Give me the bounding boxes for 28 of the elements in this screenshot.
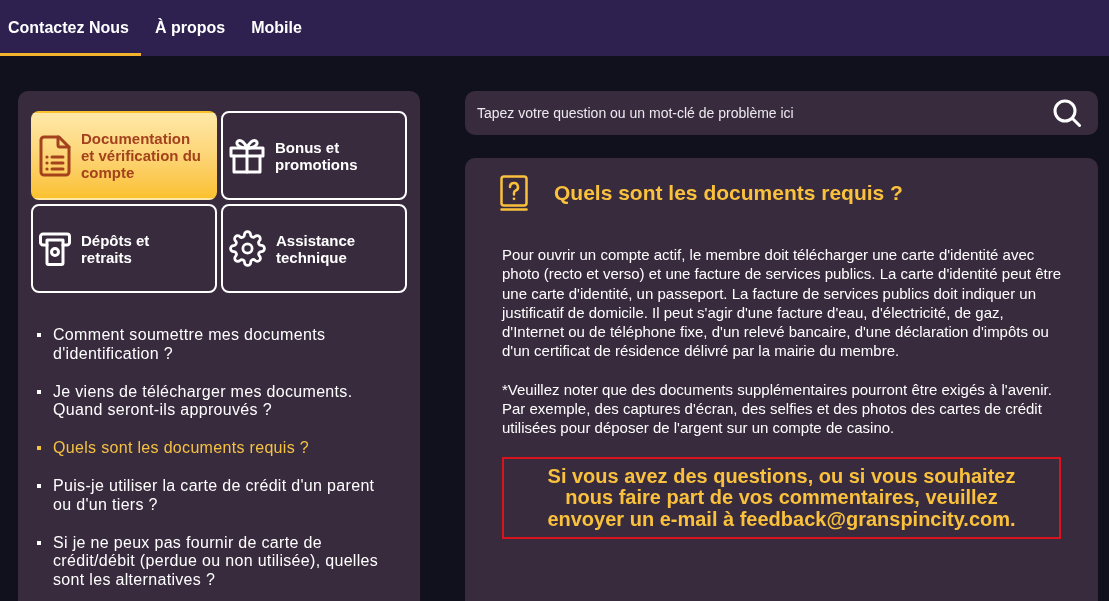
search-icon[interactable] bbox=[1053, 99, 1081, 127]
document-list-icon bbox=[39, 134, 71, 177]
category-tile[interactable]: Dépôts et retraits bbox=[31, 204, 217, 293]
category-tile[interactable]: Documentation et vérification du compte bbox=[31, 111, 217, 200]
category-tile[interactable]: Assistance technique bbox=[221, 204, 407, 293]
bullet-icon bbox=[37, 333, 41, 337]
bullet-icon bbox=[37, 389, 41, 394]
cash-slot-icon bbox=[39, 231, 71, 266]
gear-icon bbox=[229, 230, 266, 267]
nav-tab[interactable]: Mobile bbox=[243, 0, 314, 56]
faq-link[interactable]: Puis-je utiliser la carte de crédit d'un parent ou d'un tiers ? bbox=[53, 477, 393, 514]
category-tile[interactable]: Bonus et promotions bbox=[221, 111, 407, 200]
question-book-icon bbox=[500, 175, 528, 211]
bullet-icon bbox=[37, 540, 41, 545]
feedback-notice: Si vous avez des questions, ou si vous souhaitez nous faire part de vos commentaires, veuillez envoyer un e-mail à feedback@granspincity.com. bbox=[502, 456, 1061, 540]
bullet-icon bbox=[37, 446, 41, 450]
bullet-icon bbox=[37, 484, 41, 488]
article-title: Quels sont les documents requis ? bbox=[554, 180, 903, 206]
faq-link[interactable]: Je viens de télécharger mes documents. Quand seront-ils approuvés ? bbox=[53, 382, 393, 420]
nav-tab[interactable]: À propos bbox=[146, 0, 238, 56]
faq-link[interactable]: Comment soumettre mes documents d'identification ? bbox=[53, 326, 393, 363]
search-field[interactable]: Tapez votre question ou un mot-clé de problème ici bbox=[465, 91, 1098, 135]
faq-link[interactable]: Si je ne peux pas fournir de carte de crédit/débit (perdue ou non utilisée), quelles sont les alternatives ? bbox=[53, 533, 393, 589]
nav-tab[interactable]: Contactez Nous bbox=[0, 0, 141, 56]
article-paragraph: Pour ouvrir un compte actif, le membre doit télécharger une carte d'identité avec photo (recto et verso) et une facture de services publics. La carte d'identité peut être une carte d'identité, un passeport. La facture de services publics doit indiquer un justificatif de domicile. Il peut s'agir d'une facture d'eau, d'électricité, de gaz, d'Internet ou de téléphone fixe, d'un relevé bancaire, d'une déclaration d'impôts ou d'un certificat de résidence délivré par la mairie du membre. bbox=[502, 245, 1061, 361]
faq-link[interactable]: Quels sont les documents requis ? bbox=[53, 439, 310, 458]
gift-icon bbox=[229, 137, 265, 174]
article-paragraph: *Veuillez noter que des documents supplémentaires pourront être exigés à l'avenir. Par exemple, des captures d'écran, des selfies et des photos des cartes de crédit utilisées pour déposer de l'argent sur un compte de casino. bbox=[502, 379, 1053, 438]
